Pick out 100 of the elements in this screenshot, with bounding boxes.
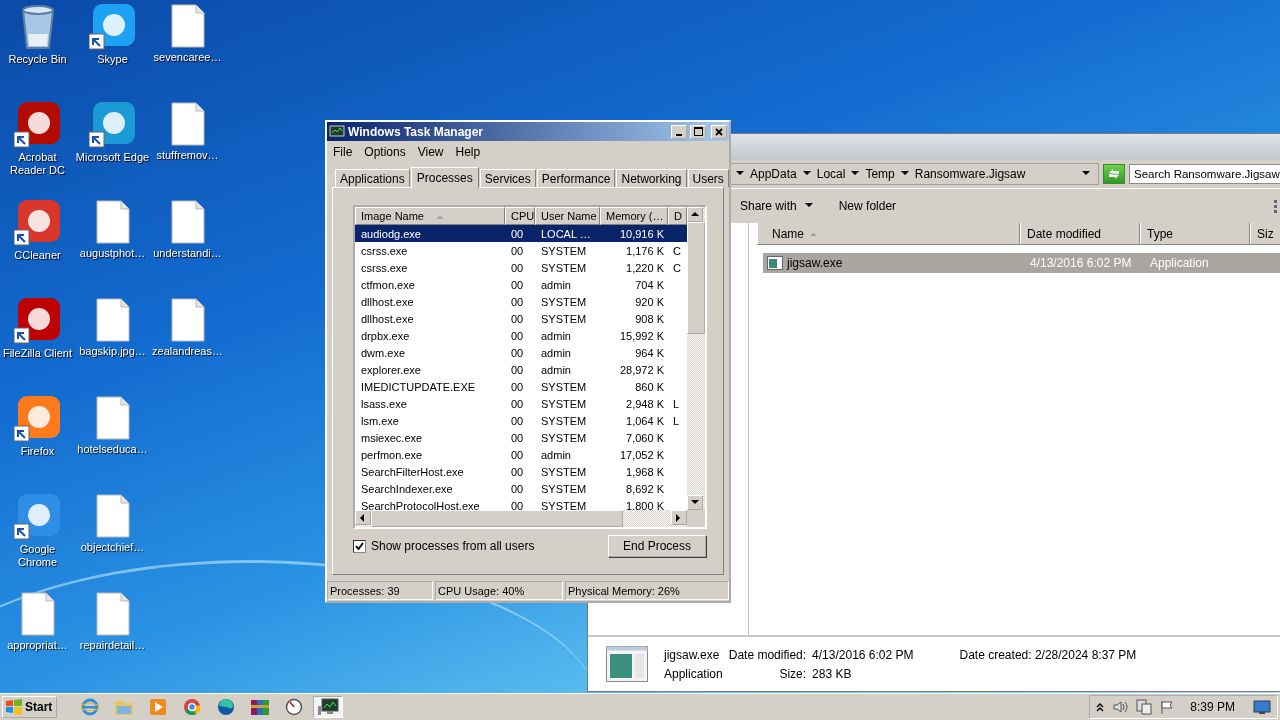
taskbar-button[interactable] — [313, 696, 344, 718]
process-row[interactable]: dllhost.exe 00 SYSTEM 920 K — [355, 293, 687, 310]
tab[interactable]: Processes — [410, 167, 479, 188]
desktop-icon-label[interactable]: Google Chrome — [0, 543, 75, 569]
minimize-button[interactable] — [671, 124, 687, 139]
start-button[interactable]: Start — [2, 696, 58, 718]
app-shortcut-icon[interactable] — [88, 4, 137, 50]
column-header[interactable]: D — [668, 207, 687, 225]
process-row[interactable]: msiexec.exe 00 SYSTEM 7,060 K — [355, 429, 687, 446]
menu-item[interactable]: Options — [358, 145, 412, 159]
search-field[interactable]: Search Ransomware.Jigsaw — [1129, 164, 1280, 184]
process-row[interactable]: SearchFilterHost.exe 00 SYSTEM 1,968 K — [355, 463, 687, 480]
column-header[interactable]: Memory (… — [600, 207, 668, 225]
process-row[interactable]: csrss.exe 00 SYSTEM 1,176 K C — [355, 242, 687, 259]
column-header[interactable]: Siz — [1250, 223, 1280, 244]
document-icon[interactable] — [170, 4, 205, 48]
tab[interactable]: Performance — [536, 169, 616, 187]
document-icon[interactable] — [95, 298, 130, 342]
document-icon[interactable] — [95, 200, 130, 244]
process-row[interactable]: SearchProtocolHost.exe 00 SYSTEM 1,800 K — [355, 497, 687, 510]
app-shortcut-icon[interactable] — [13, 298, 62, 344]
app-shortcut-icon[interactable] — [88, 102, 137, 148]
process-row[interactable]: audiodg.exe 00 LOCAL … 10,916 K — [355, 225, 687, 242]
process-row[interactable]: drpbx.exe 00 admin 15,992 K — [355, 327, 687, 344]
breadcrumb[interactable]: Local — [816, 167, 846, 181]
desktop-icon-label[interactable]: Firefox — [20, 445, 55, 458]
refresh-button[interactable] — [1103, 164, 1125, 184]
desktop-icon-label[interactable]: hotelseduca… — [77, 443, 148, 456]
process-row[interactable]: perfmon.exe 00 admin 17,052 K — [355, 446, 687, 463]
scroll-left-button[interactable] — [355, 510, 371, 525]
column-header[interactable]: Type — [1140, 223, 1250, 244]
end-process-button[interactable]: End Process — [608, 535, 706, 557]
tab[interactable]: Applications — [335, 169, 410, 187]
table-cell-text: 00 — [510, 278, 525, 291]
scroll-up-button[interactable] — [687, 207, 703, 222]
document-icon[interactable] — [95, 396, 130, 440]
tab[interactable]: Users — [687, 169, 729, 187]
scroll-right-button[interactable] — [671, 510, 687, 525]
app-shortcut-icon[interactable] — [13, 396, 62, 442]
close-button[interactable] — [711, 124, 727, 139]
document-icon[interactable] — [95, 592, 130, 636]
process-row[interactable]: dllhost.exe 00 SYSTEM 908 K — [355, 310, 687, 327]
document-icon[interactable] — [95, 494, 130, 538]
toolbar-button[interactable]: Share with — [738, 197, 815, 215]
scrollbar-thumb[interactable] — [687, 222, 705, 334]
document-icon[interactable] — [170, 298, 205, 342]
flag-icon[interactable] — [1160, 700, 1175, 714]
tab[interactable]: Services — [479, 169, 536, 187]
process-row[interactable]: explorer.exe 00 admin 28,972 K — [355, 361, 687, 378]
desktop-icon-label[interactable]: Recycle Bin — [8, 53, 67, 66]
app-shortcut-icon[interactable] — [13, 494, 62, 540]
breadcrumb[interactable]: AppData — [750, 167, 797, 181]
tab[interactable]: Networking — [616, 169, 687, 187]
clock[interactable]: 8:39 PM — [1190, 700, 1235, 714]
maximize-button[interactable] — [690, 124, 706, 139]
speaker-icon[interactable] — [1112, 700, 1129, 714]
column-header[interactable]: CPU — [505, 207, 535, 225]
process-row[interactable]: lsass.exe 00 SYSTEM 2,948 K L — [355, 395, 687, 412]
document-icon[interactable] — [20, 592, 55, 636]
desktop-icon-label[interactable]: understandi… — [153, 247, 222, 260]
desktop-icon-label[interactable]: stuffremov… — [156, 149, 219, 162]
app-shortcut-icon[interactable] — [13, 102, 62, 148]
document-icon[interactable] — [170, 200, 205, 244]
process-row[interactable]: ctfmon.exe 00 admin 704 K — [355, 276, 687, 293]
desktop-icon-label[interactable]: Acrobat Reader DC — [0, 151, 75, 177]
document-icon[interactable] — [170, 102, 205, 146]
column-header[interactable]: Name — [757, 223, 1020, 244]
network-icon[interactable] — [1136, 699, 1153, 715]
desktop-icon-label[interactable]: augustphot… — [79, 247, 146, 260]
process-row[interactable]: SearchIndexer.exe 00 SYSTEM 8,692 K — [355, 480, 687, 497]
process-row[interactable]: csrss.exe 00 SYSTEM 1,220 K C — [355, 259, 687, 276]
process-row[interactable]: dwm.exe 00 admin 964 K — [355, 344, 687, 361]
chevron-up-icon[interactable] — [1096, 702, 1105, 712]
scroll-down-button[interactable] — [687, 495, 703, 510]
menu-item[interactable]: View — [411, 145, 450, 159]
column-header[interactable]: Image Name — [355, 207, 505, 225]
checkbox-label[interactable]: Show processes from all users — [371, 539, 535, 553]
desktop-icon-label[interactable]: zealandreas… — [152, 345, 223, 358]
view-icon[interactable] — [1273, 199, 1280, 213]
process-row[interactable]: lsm.exe 00 SYSTEM 1,064 K L — [355, 412, 687, 429]
menu-item[interactable]: Help — [449, 145, 487, 159]
column-header[interactable]: Date modified — [1020, 223, 1140, 244]
desktop-icon-label[interactable]: Skype — [97, 53, 128, 66]
desktop-icon-label[interactable]: bagskip.jpg… — [79, 345, 146, 358]
process-row[interactable]: IMEDICTUPDATE.EXE 00 SYSTEM 860 K — [355, 378, 687, 395]
desktop-icon-label[interactable]: objectchief… — [80, 541, 145, 554]
menu-item[interactable]: File — [327, 145, 359, 159]
show-desktop-icon[interactable] — [1253, 700, 1271, 714]
desktop-icon-label[interactable]: FileZilla Client — [2, 347, 73, 360]
file-row[interactable]: jigsaw.exe 4/13/2016 6:02 PM Application — [763, 253, 1280, 273]
checkbox[interactable] — [353, 539, 366, 553]
desktop-icon-label[interactable]: sevencaree… — [153, 51, 222, 64]
toolbar-button[interactable]: New folder — [836, 197, 899, 215]
breadcrumb[interactable]: Ransomware.Jigsaw — [914, 167, 1026, 181]
app-shortcut-icon[interactable] — [13, 200, 62, 246]
breadcrumb[interactable]: Temp — [865, 167, 895, 181]
scrollbar-thumb[interactable] — [371, 510, 623, 527]
desktop-icon-label[interactable]: Microsoft Edge — [75, 151, 150, 164]
desktop-icon-label[interactable]: CCleaner — [14, 249, 61, 262]
column-header[interactable]: User Name — [535, 207, 600, 225]
